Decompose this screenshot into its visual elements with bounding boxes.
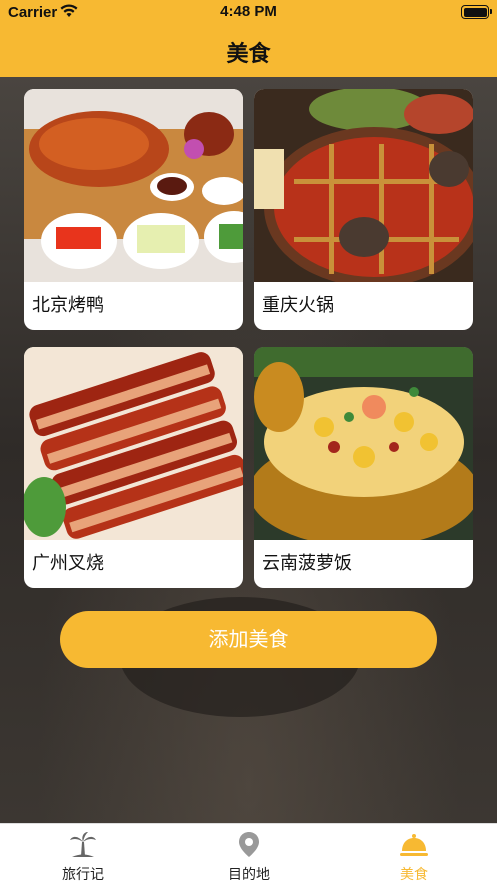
food-photo xyxy=(254,89,473,282)
food-card[interactable]: 广州叉烧 xyxy=(24,347,243,588)
tab-food[interactable]: 美食 xyxy=(331,824,497,883)
tab-label: 目的地 xyxy=(228,867,270,883)
tab-destinations[interactable]: 目的地 xyxy=(166,824,332,883)
food-card[interactable]: 北京烤鸭 xyxy=(24,89,243,330)
palm-tree-icon xyxy=(70,832,96,857)
tab-travel-notes[interactable]: 旅行记 xyxy=(0,824,166,883)
food-card[interactable]: 云南菠萝饭 xyxy=(254,347,473,588)
food-photo xyxy=(24,347,243,540)
food-name: 广州叉烧 xyxy=(32,553,104,574)
page-title: 美食 xyxy=(226,42,271,67)
nav-bar: Carrier 4:48 PM 美食 xyxy=(0,0,497,77)
food-name: 重庆火锅 xyxy=(262,295,334,316)
food-cloche-icon xyxy=(400,834,428,856)
food-name: 北京烤鸭 xyxy=(32,295,104,316)
tab-label: 旅行记 xyxy=(62,867,104,883)
add-food-button[interactable]: 添加美食 xyxy=(60,611,437,668)
battery-icon xyxy=(461,5,492,19)
food-name: 云南菠萝饭 xyxy=(262,553,352,574)
food-card[interactable]: 重庆火锅 xyxy=(254,89,473,330)
food-photo xyxy=(254,347,473,540)
map-pin-icon xyxy=(239,832,259,857)
status-time: 4:48 PM xyxy=(220,3,277,20)
status-bar: Carrier 4:48 PM xyxy=(0,0,497,26)
tab-bar: 旅行记 目的地 美食 xyxy=(0,823,497,883)
tab-label: 美食 xyxy=(400,867,428,883)
food-photo xyxy=(24,89,243,282)
food-grid-area: 北京烤鸭 重庆火锅 广州叉烧 云南菠萝饭 添加美食 xyxy=(0,77,497,823)
